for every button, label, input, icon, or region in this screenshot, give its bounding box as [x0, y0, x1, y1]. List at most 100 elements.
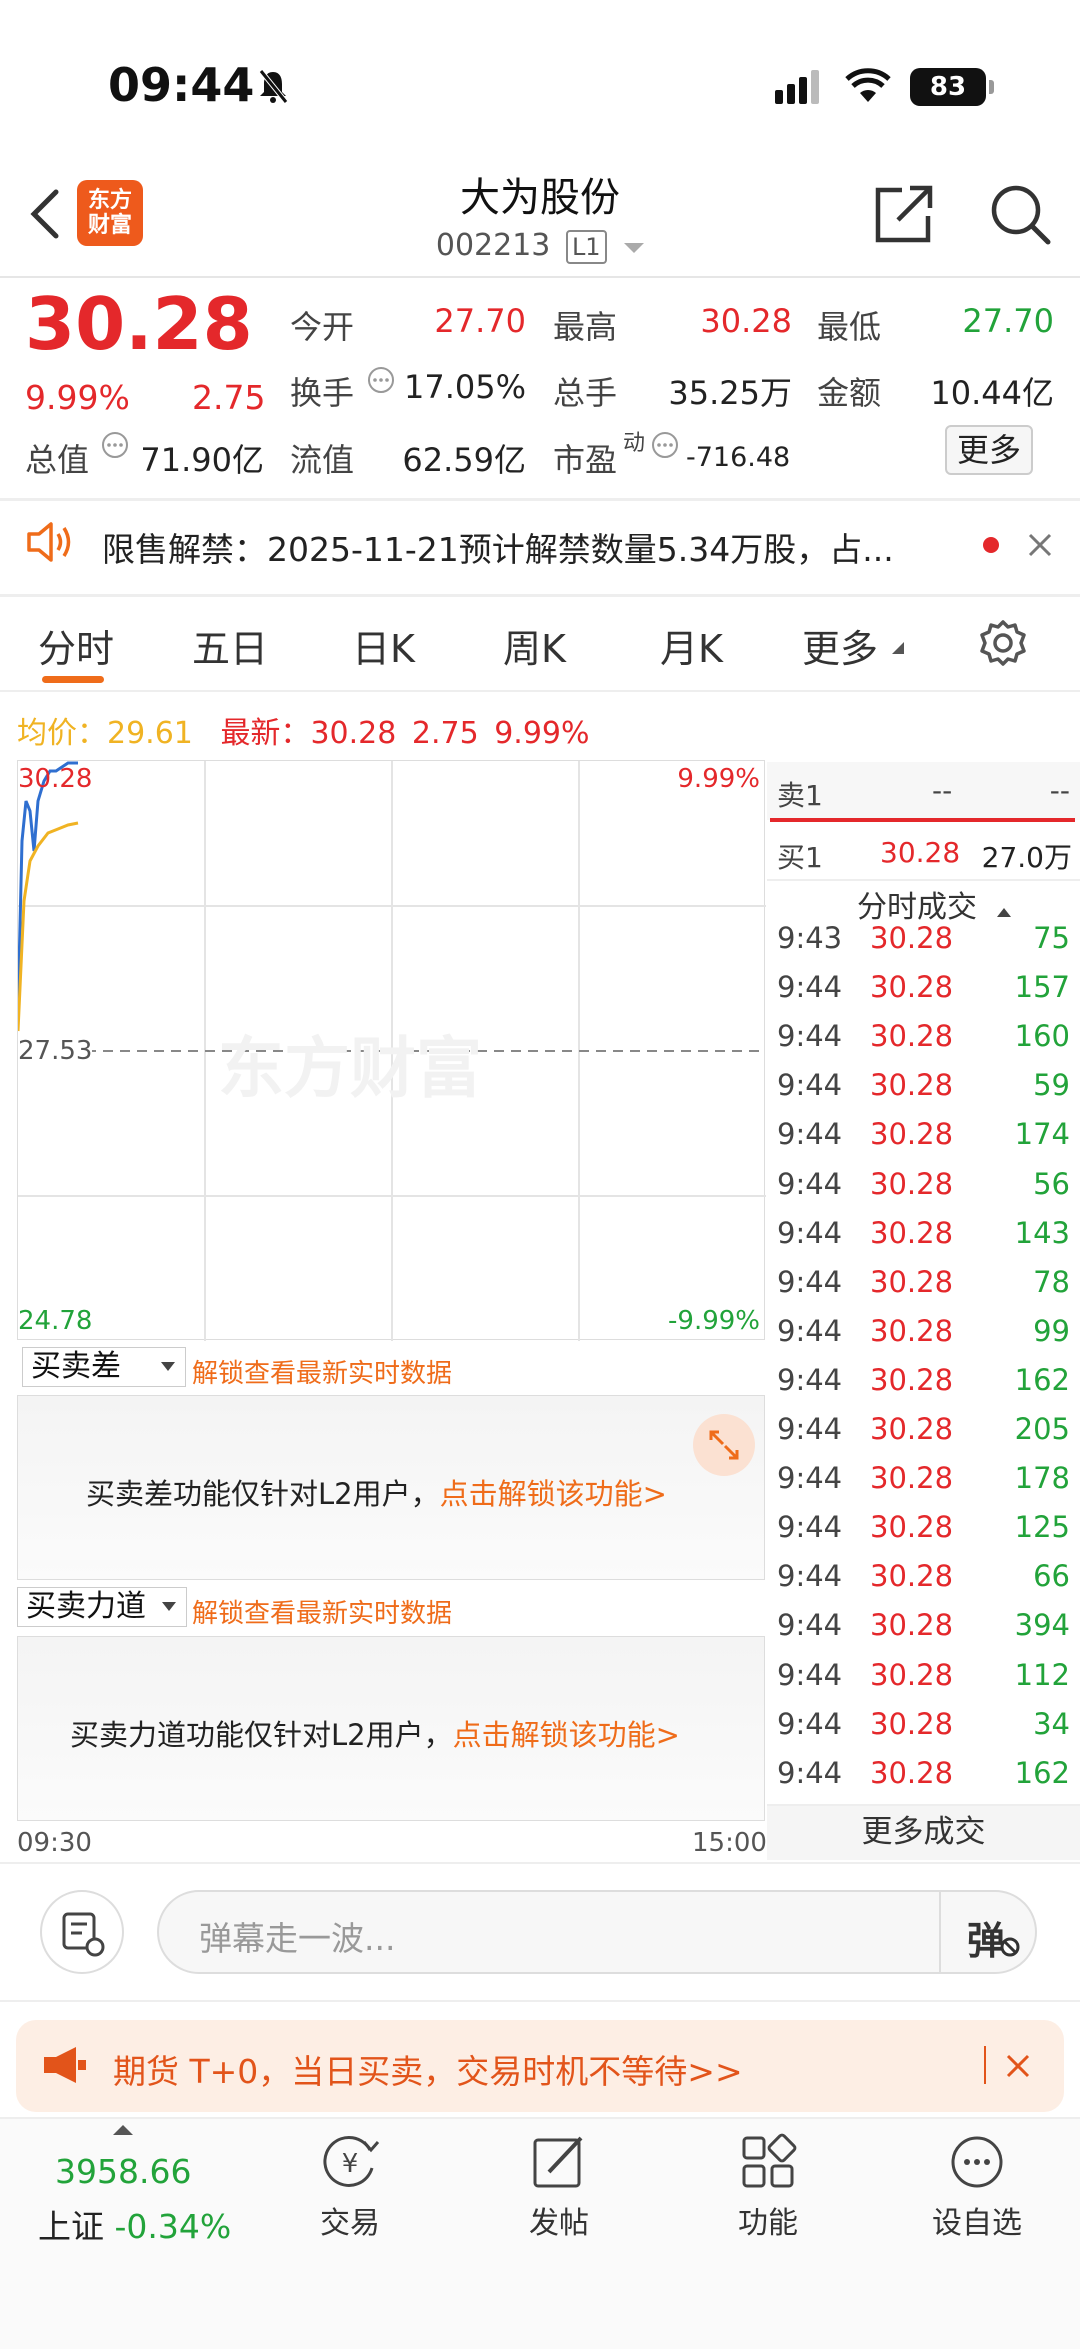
tab-more[interactable]: 更多 [802, 618, 878, 673]
trade-price: 30.28 [870, 1019, 954, 1054]
unlock-notice-text[interactable]: 限售解禁：2025-11-21预计解禁数量5.34万股，占... [102, 523, 894, 571]
expand-up-icon[interactable] [113, 2124, 133, 2136]
trade-row: 9:44 30.28 143 [767, 1216, 1080, 1265]
info-dots-icon[interactable] [366, 365, 396, 395]
trade-price: 30.28 [870, 1461, 954, 1496]
trade-volume: 125 [1014, 1510, 1070, 1545]
float-label: 流值 [290, 441, 355, 479]
more-trades-button[interactable]: 更多成交 [767, 1804, 1080, 1860]
signal-icon [775, 70, 819, 104]
chart-summary-line: 均价：29.61 最新：30.28 2.75 9.99% [17, 708, 590, 752]
trade-price: 30.28 [870, 970, 954, 1005]
trade-volume: 56 [1033, 1166, 1070, 1201]
trade-volume: 75 [1033, 921, 1070, 955]
trade-time: 9:44 [777, 1362, 843, 1397]
unlock-hint[interactable]: 解锁查看最新实时数据 [192, 1593, 452, 1630]
nav-functions[interactable]: 功能 [668, 2130, 868, 2242]
trade-row: 9:44 30.28 394 [767, 1608, 1080, 1657]
index-ticker[interactable]: 上证 -0.34% [38, 2200, 231, 2248]
trade-volume: 157 [1014, 970, 1070, 1005]
trade-time: 9:44 [777, 1264, 843, 1299]
chart-watermark: 东方财富 [218, 1030, 482, 1107]
trade-price: 30.28 [870, 1166, 954, 1201]
trade-row: 9:44 30.28 174 [767, 1117, 1080, 1166]
current-price: 30.28 [25, 282, 253, 366]
intraday-chart[interactable]: 东方财富 30.28 9.99% 27.53 24.78 -9.99% [17, 760, 766, 1341]
low-label: 最低 [817, 308, 882, 346]
turnover-value: 17.05% [403, 368, 526, 406]
share-icon[interactable] [872, 184, 934, 244]
nav-post[interactable]: 发帖 [459, 2130, 659, 2242]
promo-text[interactable]: 期货 T+0，当日买卖，交易时机不等待>> [113, 2045, 743, 2093]
trade-time: 9:44 [777, 1559, 843, 1594]
more-quote-button[interactable]: 更多 [945, 425, 1033, 475]
amount-value: 10.44亿 [930, 374, 1054, 412]
avg-price: 均价：29.61 [17, 716, 193, 751]
dropdown-arrow-icon [161, 1362, 175, 1371]
trade-row: 9:44 30.28 112 [767, 1658, 1080, 1707]
tab-intraday[interactable]: 分时 [38, 618, 114, 673]
trades-header[interactable]: 分时成交 [857, 882, 1011, 926]
info-dots-icon[interactable] [650, 430, 680, 460]
time-axis-start: 09:30 [17, 1828, 92, 1858]
bid-ask-diff-dropdown[interactable]: 买卖差 [22, 1347, 186, 1387]
tab-weekly-k[interactable]: 周K [503, 618, 566, 673]
notes-button[interactable] [40, 1890, 124, 1974]
trade-volume: 34 [1033, 1706, 1070, 1741]
trade-price: 30.28 [870, 1608, 954, 1643]
trade-row: 9:44 30.28 99 [767, 1314, 1080, 1363]
buy-sell-force-dropdown[interactable]: 买卖力道 [17, 1587, 187, 1627]
expand-button[interactable] [693, 1414, 755, 1476]
trade-time: 9:44 [777, 1166, 843, 1201]
bid-ask-diff-panel: 买卖差功能仅针对L2用户，点击解锁该功能> [17, 1395, 765, 1580]
trade-row: 9:44 30.28 205 [767, 1412, 1080, 1461]
trade-time: 9:44 [777, 970, 843, 1005]
trade-row: 9:43 30.28 75 [767, 921, 1080, 970]
amount-label: 金额 [817, 374, 882, 412]
trade-row: 9:44 30.28 162 [767, 1756, 1080, 1805]
trade-row: 9:44 30.28 125 [767, 1510, 1080, 1559]
trade-volume: 143 [1014, 1215, 1070, 1250]
pe-label: 市盈 [553, 441, 618, 479]
trade-price: 30.28 [870, 1313, 954, 1348]
status-bar: 09:44 83 [0, 0, 1080, 150]
chart-top-pct: 9.99% [677, 764, 760, 794]
trade-row: 9:44 30.28 56 [767, 1167, 1080, 1216]
notes-icon [62, 1912, 105, 1957]
l2-message: 买卖差功能仅针对L2用户，点击解锁该功能> [86, 1477, 667, 1511]
order-book-divider [770, 818, 1075, 822]
trade-row: 9:44 30.28 178 [767, 1461, 1080, 1510]
buy1-row: 买1 30.28 27.0万 [777, 836, 1072, 874]
trade-volume: 174 [1014, 1117, 1070, 1152]
trade-time: 9:43 [777, 921, 843, 955]
tab-monthly-k[interactable]: 月K [660, 618, 723, 673]
trade-time: 9:44 [777, 1657, 843, 1692]
unlock-link[interactable]: 点击解锁该功能> [453, 1718, 680, 1752]
chart-grid: 东方财富 [18, 761, 766, 1341]
nav-trade[interactable]: ¥ 交易 [250, 2130, 450, 2242]
close-icon[interactable] [1025, 530, 1055, 560]
change-percent: 9.99% [25, 378, 130, 417]
unlock-hint[interactable]: 解锁查看最新实时数据 [192, 1353, 452, 1390]
danmaku-input[interactable]: 弹幕走一波... 弹 [157, 1890, 1037, 1974]
index-value[interactable]: 3958.66 [55, 2152, 191, 2191]
trade-time: 9:44 [777, 1608, 843, 1643]
search-icon[interactable] [988, 182, 1052, 246]
chart-bottom-price: 24.78 [18, 1306, 93, 1336]
trade-volume: 112 [1014, 1657, 1070, 1692]
trade-volume: 394 [1014, 1608, 1070, 1643]
trade-time: 9:44 [777, 1510, 843, 1545]
nav-add-watchlist[interactable]: 设自选 [877, 2130, 1077, 2242]
info-dots-icon[interactable] [100, 430, 130, 460]
settings-gear-icon[interactable] [978, 618, 1028, 668]
trade-row: 9:44 30.28 160 [767, 1019, 1080, 1068]
trade-time: 9:44 [777, 1117, 843, 1152]
tab-daily-k[interactable]: 日K [352, 618, 415, 673]
close-icon[interactable] [1004, 2052, 1032, 2080]
trade-price: 30.28 [870, 1215, 954, 1250]
tab-five-day[interactable]: 五日 [192, 618, 268, 673]
chart-mid-price: 27.53 [18, 1036, 93, 1066]
latest-label: 最新： [220, 716, 311, 751]
caret-down-icon [892, 642, 904, 654]
unlock-link[interactable]: 点击解锁该功能> [440, 1477, 667, 1511]
